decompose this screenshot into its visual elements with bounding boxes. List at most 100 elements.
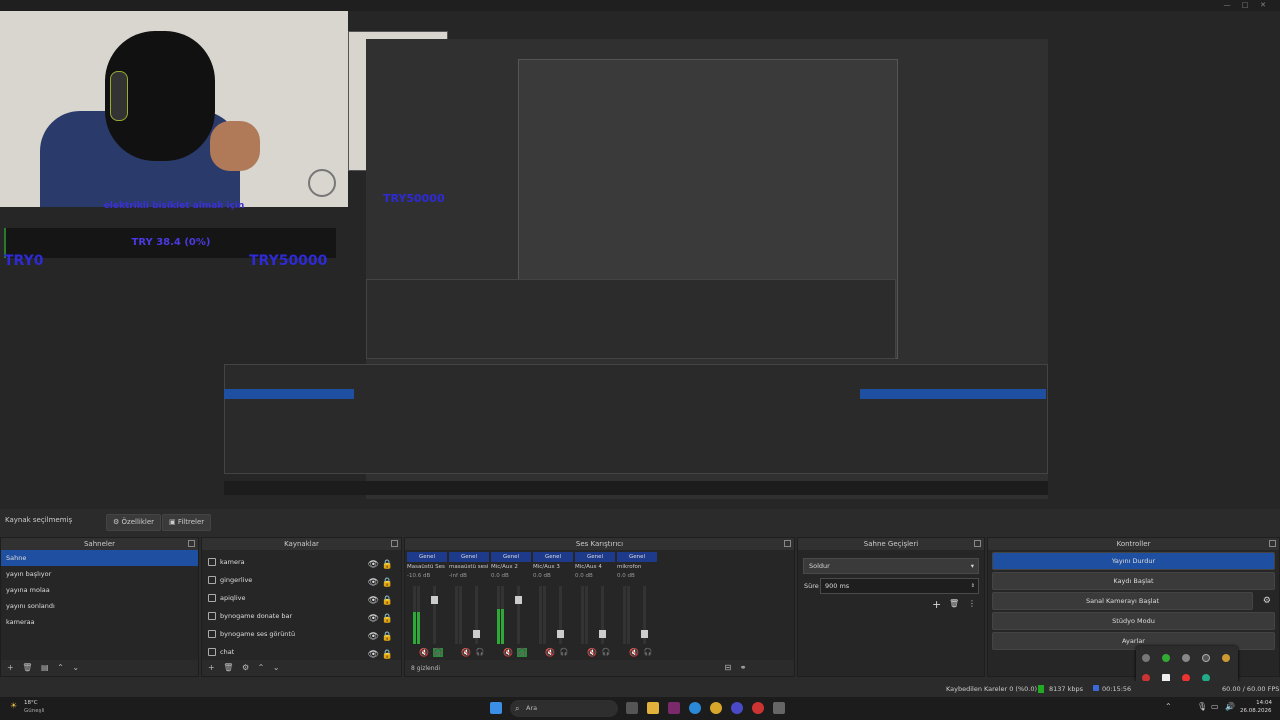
title-bar: — □ ✕ bbox=[0, 0, 1280, 11]
move-down-icon[interactable]: ⌄ bbox=[72, 660, 79, 676]
tray-app-icon[interactable] bbox=[1202, 654, 1210, 662]
monitor-headphones-icon[interactable]: 🎧 bbox=[559, 648, 569, 657]
move-down-icon[interactable]: ⌄ bbox=[273, 660, 280, 676]
mute-icon[interactable]: 🔇 bbox=[419, 648, 429, 657]
mute-icon[interactable]: 🔇 bbox=[461, 648, 471, 657]
volume-fader[interactable] bbox=[515, 586, 522, 644]
fader-handle[interactable] bbox=[473, 630, 480, 638]
fader-handle[interactable] bbox=[557, 630, 564, 638]
volume-fader[interactable] bbox=[431, 586, 438, 644]
start-record-button[interactable]: Kaydı Başlat bbox=[992, 572, 1275, 590]
fader-handle[interactable] bbox=[431, 596, 438, 604]
scene-item[interactable]: Sahne bbox=[1, 550, 198, 566]
mute-icon[interactable]: 🔇 bbox=[503, 648, 513, 657]
minimize-button[interactable]: — bbox=[1222, 1, 1232, 10]
volume-icon[interactable]: 🔊 bbox=[1225, 702, 1235, 711]
channel-db: 0.0 dB bbox=[533, 573, 551, 579]
chrome-icon[interactable] bbox=[710, 702, 722, 714]
volume-fader[interactable] bbox=[473, 586, 480, 644]
task-view-icon[interactable] bbox=[626, 702, 638, 714]
transitions-popout-icon[interactable] bbox=[974, 540, 981, 547]
channel-name: masaüstü sesi bbox=[449, 564, 489, 570]
source-type-icon bbox=[208, 558, 216, 566]
source-label: bynogame ses görüntü bbox=[220, 630, 296, 638]
source-item[interactable]: gingerlive 👁 🔒 bbox=[202, 571, 401, 589]
move-up-icon[interactable]: ⌃ bbox=[57, 660, 64, 676]
scene-item[interactable]: yayını sonlandı bbox=[1, 598, 198, 614]
source-item[interactable]: apiqlive 👁 🔒 bbox=[202, 589, 401, 607]
transition-more-icon[interactable]: ⋮ bbox=[968, 599, 976, 608]
maximize-button[interactable]: □ bbox=[1240, 1, 1250, 10]
mute-icon[interactable]: 🔇 bbox=[587, 648, 597, 657]
volume-fader[interactable] bbox=[599, 586, 606, 644]
tray-overflow-icon[interactable]: ⌃ bbox=[1165, 702, 1172, 711]
app-icon[interactable] bbox=[731, 702, 743, 714]
source-item[interactable]: chat 👁 🔒 bbox=[202, 643, 401, 661]
virtual-camera-button[interactable]: Sanal Kamerayı Başlat bbox=[992, 592, 1253, 610]
start-icon[interactable] bbox=[490, 702, 502, 714]
scenes-popout-icon[interactable] bbox=[188, 540, 195, 547]
filters-button[interactable]: ▣ Filtreler bbox=[162, 514, 212, 531]
monitor-headphones-icon[interactable]: 🎧 bbox=[517, 648, 527, 657]
scene-item[interactable]: yayına molaa bbox=[1, 582, 198, 598]
studio-mode-button[interactable]: Stüdyo Modu bbox=[992, 612, 1275, 630]
virtual-camera-settings-icon[interactable]: ⚙ bbox=[1263, 596, 1271, 606]
remove-transition-icon[interactable]: 🗑 bbox=[949, 599, 959, 608]
search-label: Ara bbox=[526, 704, 538, 712]
microphone-icon[interactable]: 🎙 bbox=[1197, 702, 1207, 711]
add-transition-button[interactable]: + bbox=[932, 598, 941, 611]
volume-fader[interactable] bbox=[557, 586, 564, 644]
file-explorer-icon[interactable] bbox=[647, 702, 659, 714]
fader-handle[interactable] bbox=[515, 596, 522, 604]
preview-canvas[interactable]: elektrikli bisiklet almak için TRY 38.4 … bbox=[0, 11, 1280, 505]
monitor-headphones-icon[interactable]: 🎧 bbox=[601, 648, 611, 657]
app-icon[interactable] bbox=[668, 702, 680, 714]
tray-app-icon[interactable] bbox=[1182, 654, 1190, 662]
mute-icon[interactable]: 🔇 bbox=[629, 648, 639, 657]
edge-icon[interactable] bbox=[689, 702, 701, 714]
close-button[interactable]: ✕ bbox=[1258, 1, 1268, 10]
tray-app-icon[interactable] bbox=[1142, 654, 1150, 662]
scene-item[interactable]: yayın başlıyor bbox=[1, 566, 198, 582]
source-item[interactable]: bynogame ses görüntü 👁 🔒 bbox=[202, 625, 401, 643]
add-source-button[interactable]: + bbox=[208, 660, 215, 676]
app-icon[interactable] bbox=[773, 702, 785, 714]
search-box[interactable]: ⌕ Ara bbox=[510, 700, 618, 717]
mixer-channel: Genel mikrofon 0.0 dB 🔇 🎧 bbox=[617, 552, 657, 662]
webcam-feed bbox=[0, 11, 348, 207]
add-scene-button[interactable]: + bbox=[7, 660, 14, 676]
monitor-headphones-icon[interactable]: 🎧 bbox=[433, 648, 443, 657]
monitor-headphones-icon[interactable]: 🎧 bbox=[643, 648, 653, 657]
dropped-frames: Kaybedilen Kareler 0 (%0.0) bbox=[946, 685, 1038, 693]
properties-button[interactable]: ⚙ Özellikler bbox=[106, 514, 162, 531]
level-meter bbox=[413, 586, 416, 644]
move-up-icon[interactable]: ⌃ bbox=[258, 660, 265, 676]
mixer-link-icon[interactable]: ⚭ bbox=[740, 660, 747, 676]
scene-item[interactable]: kameraa bbox=[1, 614, 198, 630]
sources-popout-icon[interactable] bbox=[391, 540, 398, 547]
remove-source-button[interactable]: 🗑 bbox=[223, 660, 233, 676]
tray-app-icon[interactable] bbox=[1162, 654, 1170, 662]
fader-handle[interactable] bbox=[641, 630, 648, 638]
obs-icon[interactable] bbox=[752, 702, 764, 714]
scene-filters-button[interactable]: ▤ bbox=[41, 660, 49, 676]
tray-app-icon[interactable] bbox=[1222, 654, 1230, 662]
mixer-layout-icon[interactable]: ⊟ bbox=[725, 660, 732, 676]
fader-handle[interactable] bbox=[599, 630, 606, 638]
volume-fader[interactable] bbox=[641, 586, 648, 644]
monitor-headphones-icon[interactable]: 🎧 bbox=[475, 648, 485, 657]
fps: 60.00 / 60.00 FPS bbox=[1222, 685, 1280, 693]
transition-select[interactable]: Soldur ▾ bbox=[803, 558, 979, 574]
stop-stream-button[interactable]: Yayını Durdur bbox=[992, 552, 1275, 570]
network-icon[interactable]: ▭ bbox=[1211, 702, 1219, 711]
mixer-popout-icon[interactable] bbox=[784, 540, 791, 547]
remove-scene-button[interactable]: 🗑 bbox=[22, 660, 32, 676]
source-item[interactable]: kamera 👁 🔒 bbox=[202, 553, 401, 571]
source-settings-icon[interactable]: ⚙ bbox=[242, 660, 249, 676]
transitions-title: Sahne Geçişleri bbox=[863, 540, 919, 548]
mute-icon[interactable]: 🔇 bbox=[545, 648, 555, 657]
duration-input[interactable]: 900 ms ⇕ bbox=[820, 578, 979, 594]
source-item[interactable]: bynogame donate bar 👁 🔒 bbox=[202, 607, 401, 625]
controls-popout-icon[interactable] bbox=[1269, 540, 1276, 547]
transitions-dock: Sahne Geçişleri Soldur ▾ Süre 900 ms ⇕ + 🗑… bbox=[797, 537, 985, 677]
